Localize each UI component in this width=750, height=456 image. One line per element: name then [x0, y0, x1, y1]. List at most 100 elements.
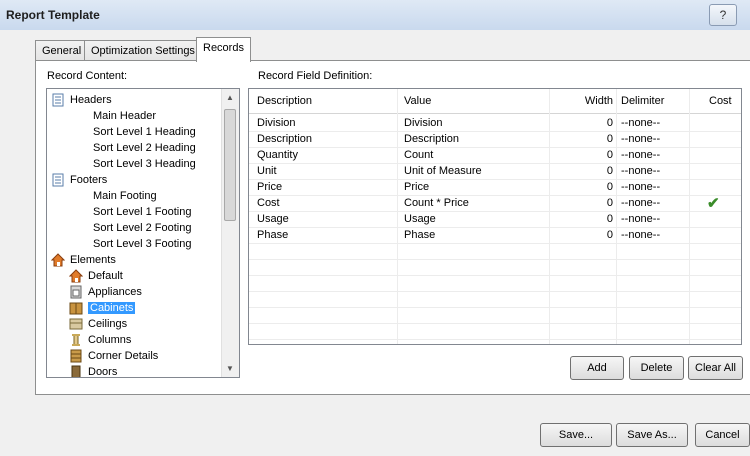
tree-item-label: Columns: [88, 334, 132, 346]
cell-width[interactable]: 0: [549, 147, 613, 163]
column-header-cost[interactable]: Cost: [709, 95, 732, 107]
tree-item-corner-details[interactable]: Corner Details: [69, 348, 158, 364]
tree-item-label: Footers: [70, 174, 108, 186]
tree-item-label: Main Footing: [93, 190, 157, 202]
help-button[interactable]: ?: [709, 4, 737, 26]
cell-width[interactable]: 0: [549, 163, 613, 179]
cell-width[interactable]: 0: [549, 179, 613, 195]
row-divider: [249, 291, 741, 292]
cell-value[interactable]: Phase: [404, 227, 435, 243]
title-bar: Report Template ?: [0, 0, 750, 31]
cell-delimiter[interactable]: --none--: [621, 211, 660, 227]
record-content-tree[interactable]: Headers Main Header Sort Level 1 Heading…: [46, 88, 240, 378]
tree-item-label: Sort Level 1 Footing: [93, 206, 192, 218]
document-icon: [52, 93, 64, 107]
clear-all-button[interactable]: Clear All: [688, 356, 743, 380]
cell-delimiter[interactable]: --none--: [621, 227, 660, 243]
tree-item-sort-level-1-heading[interactable]: Sort Level 1 Heading: [93, 124, 196, 140]
cell-description[interactable]: Quantity: [257, 147, 298, 163]
tree-item-default[interactable]: Default: [69, 268, 123, 284]
tab-general[interactable]: General: [35, 40, 89, 62]
save-as-button[interactable]: Save As...: [616, 423, 688, 447]
cell-delimiter[interactable]: --none--: [621, 131, 660, 147]
row-divider: [249, 243, 741, 244]
cell-width[interactable]: 0: [549, 227, 613, 243]
tree-item-label: Cabinets: [88, 302, 136, 314]
tab-records[interactable]: Records: [196, 37, 251, 62]
cell-description[interactable]: Price: [257, 179, 282, 195]
tree-item-label: Sort Level 2 Footing: [93, 222, 192, 234]
tree-item-sort-level-1-footing[interactable]: Sort Level 1 Footing: [93, 204, 191, 220]
tree-item-label: Sort Level 1 Heading: [93, 126, 196, 138]
cell-description[interactable]: Description: [257, 131, 312, 147]
cell-value[interactable]: Price: [404, 179, 429, 195]
tree-item-footers[interactable]: Footers: [51, 172, 107, 188]
column-divider: [616, 89, 617, 344]
column-icon: [72, 334, 80, 346]
cell-value[interactable]: Unit of Measure: [404, 163, 482, 179]
delete-button[interactable]: Delete: [629, 356, 684, 380]
record-field-grid[interactable]: Description Value Width Delimiter Cost D…: [248, 88, 742, 345]
cell-value[interactable]: Usage: [404, 211, 436, 227]
cell-width[interactable]: 0: [549, 131, 613, 147]
tree-item-doors[interactable]: Doors: [69, 364, 118, 378]
tree-item-sort-level-2-heading[interactable]: Sort Level 2 Heading: [93, 140, 196, 156]
record-field-definition-label: Record Field Definition:: [258, 70, 373, 82]
row-divider: [249, 179, 741, 180]
cancel-button[interactable]: Cancel: [695, 423, 750, 447]
column-divider: [397, 89, 398, 344]
tree-item-sort-level-3-heading[interactable]: Sort Level 3 Heading: [93, 156, 196, 172]
tree-scrollbar[interactable]: ▲ ▼: [221, 89, 239, 377]
cell-delimiter[interactable]: --none--: [621, 115, 660, 131]
cell-description[interactable]: Cost: [257, 195, 280, 211]
tree-item-label: Headers: [70, 94, 112, 106]
scroll-up-icon[interactable]: ▲: [226, 93, 234, 102]
cell-value[interactable]: Description: [404, 131, 459, 147]
column-header-value[interactable]: Value: [404, 95, 431, 107]
cell-description[interactable]: Phase: [257, 227, 288, 243]
cabinet-icon: [69, 302, 83, 315]
cell-description[interactable]: Usage: [257, 211, 289, 227]
cell-description[interactable]: Unit: [257, 163, 277, 179]
tree-item-cabinets[interactable]: Cabinets: [69, 300, 136, 316]
tree-item-label: Doors: [88, 366, 118, 378]
cell-value[interactable]: Count * Price: [404, 195, 469, 211]
cell-value[interactable]: Count: [404, 147, 433, 163]
tree-item-sort-level-3-footing[interactable]: Sort Level 3 Footing: [93, 236, 191, 252]
column-header-delimiter[interactable]: Delimiter: [621, 95, 664, 107]
tree-item-label: Sort Level 3 Footing: [93, 238, 192, 250]
cell-value[interactable]: Division: [404, 115, 443, 131]
tree-item-main-header[interactable]: Main Header: [93, 108, 156, 124]
scroll-down-icon[interactable]: ▼: [226, 364, 234, 373]
cell-delimiter[interactable]: --none--: [621, 147, 660, 163]
tree-item-label: Default: [88, 270, 123, 282]
tree-item-main-footing[interactable]: Main Footing: [93, 188, 157, 204]
row-divider: [249, 339, 741, 340]
row-divider: [249, 195, 741, 196]
cell-description[interactable]: Division: [257, 115, 296, 131]
appliance-icon: [70, 285, 82, 299]
tree-item-columns[interactable]: Columns: [69, 332, 131, 348]
add-button[interactable]: Add: [570, 356, 624, 380]
cell-width[interactable]: 0: [549, 211, 613, 227]
cell-delimiter[interactable]: --none--: [621, 195, 660, 211]
cell-width[interactable]: 0: [549, 115, 613, 131]
row-divider: [249, 163, 741, 164]
tree-item-ceilings[interactable]: Ceilings: [69, 316, 127, 332]
cell-delimiter[interactable]: --none--: [621, 163, 660, 179]
cell-delimiter[interactable]: --none--: [621, 179, 660, 195]
cell-width[interactable]: 0: [549, 195, 613, 211]
tree-item-headers[interactable]: Headers: [51, 92, 112, 108]
row-divider: [249, 211, 741, 212]
tree-item-elements[interactable]: Elements: [51, 252, 116, 268]
tree-item-label: Sort Level 3 Heading: [93, 158, 196, 170]
column-header-description[interactable]: Description: [257, 95, 312, 107]
tree-item-appliances[interactable]: Appliances: [69, 284, 142, 300]
tree-item-sort-level-2-footing[interactable]: Sort Level 2 Footing: [93, 220, 191, 236]
scroll-thumb[interactable]: [224, 109, 236, 221]
row-divider: [249, 147, 741, 148]
tab-optimization-settings[interactable]: Optimization Settings: [84, 40, 202, 62]
checkmark-icon[interactable]: ✔: [707, 194, 720, 212]
column-header-width[interactable]: Width: [549, 95, 613, 107]
save-button[interactable]: Save...: [540, 423, 612, 447]
